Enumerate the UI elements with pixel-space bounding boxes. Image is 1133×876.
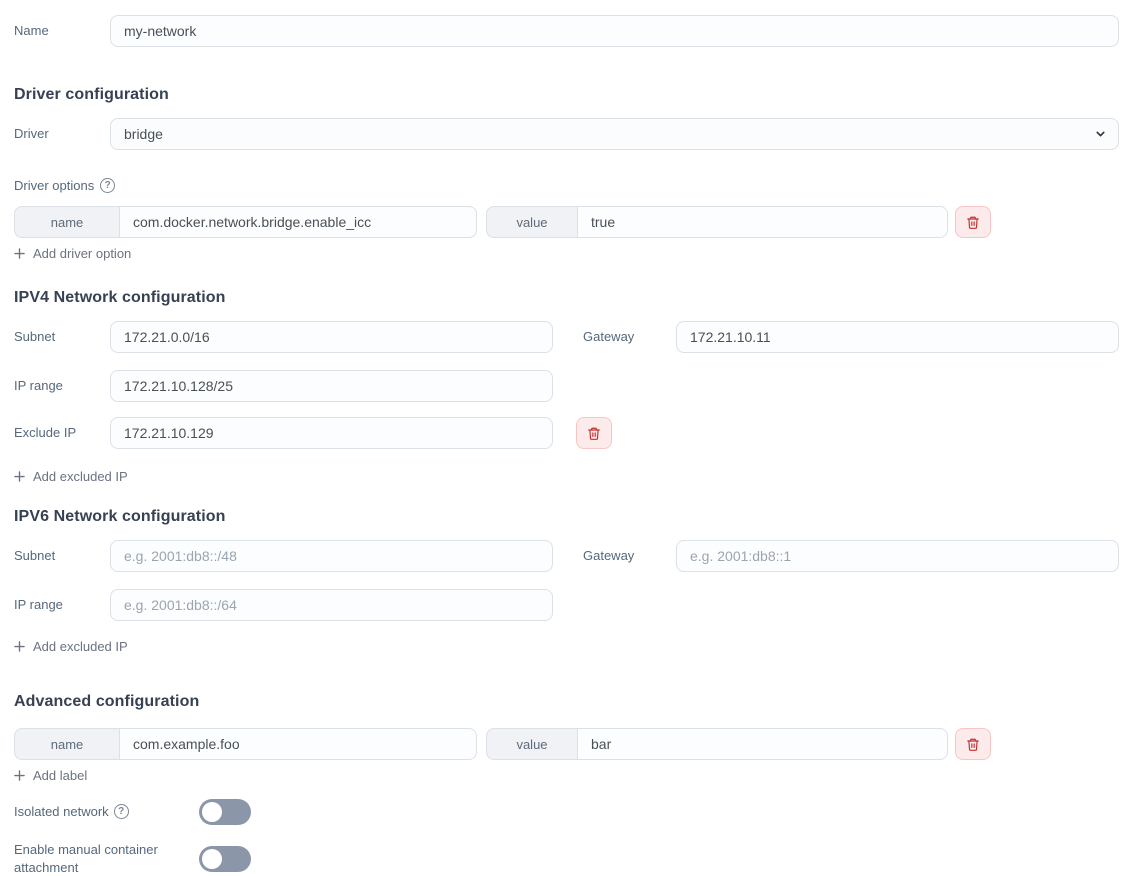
- driver-option-value-group: value: [486, 206, 948, 238]
- driver-select[interactable]: bridge: [110, 118, 1119, 150]
- toggle-knob: [202, 849, 222, 869]
- toggle-knob: [202, 802, 222, 822]
- manual-attachment-row: Enable manual container attachment: [14, 841, 1119, 876]
- ipv4-subnet-label: Subnet: [14, 329, 110, 345]
- ipv6-iprange-input[interactable]: [110, 589, 553, 621]
- ipv4-iprange-label: IP range: [14, 378, 110, 394]
- driver-option-value-addon: value: [486, 206, 577, 238]
- create-network-form: Name Driver configuration Driver bridge …: [0, 0, 1133, 876]
- plus-icon: [14, 641, 25, 652]
- isolated-network-row: Isolated network ?: [14, 799, 1119, 825]
- ipv4-iprange-input[interactable]: [110, 370, 553, 402]
- driver-option-row: name value: [14, 206, 1119, 238]
- driver-row: Driver bridge: [14, 118, 1119, 150]
- ipv4-subnet-input[interactable]: [110, 321, 553, 353]
- remove-excluded-ip-button[interactable]: [576, 417, 612, 449]
- ipv6-add-excluded-ip-button[interactable]: Add excluded IP: [14, 639, 128, 654]
- ipv6-gateway-label: Gateway: [583, 548, 676, 564]
- label-name-input[interactable]: [119, 728, 477, 760]
- ipv6-configuration-heading: IPV6 Network configuration: [14, 508, 1119, 526]
- ipv4-exclude-ip-input[interactable]: [110, 417, 553, 449]
- driver-options-label-row: Driver options ?: [14, 178, 1119, 193]
- label-row: name value: [14, 728, 1119, 760]
- question-mark-icon[interactable]: ?: [100, 178, 115, 193]
- isolated-network-label-wrap: Isolated network ?: [14, 803, 199, 821]
- driver-option-name-group: name: [14, 206, 477, 238]
- ipv4-add-excluded-ip-button[interactable]: Add excluded IP: [14, 469, 128, 484]
- name-input[interactable]: [110, 15, 1119, 47]
- plus-icon: [14, 471, 25, 482]
- ipv4-subnet-row: Subnet Gateway: [14, 321, 1119, 353]
- label-value-addon: value: [486, 728, 577, 760]
- advanced-configuration-heading: Advanced configuration: [14, 693, 1119, 711]
- manual-attachment-toggle[interactable]: [199, 846, 251, 872]
- remove-driver-option-button[interactable]: [955, 206, 991, 238]
- plus-icon: [14, 770, 25, 781]
- driver-option-name-input[interactable]: [119, 206, 477, 238]
- manual-attachment-label: Enable manual container attachment: [14, 841, 199, 876]
- ipv4-configuration-heading: IPV4 Network configuration: [14, 289, 1119, 307]
- ipv4-gateway-label: Gateway: [583, 329, 676, 345]
- isolated-network-toggle[interactable]: [199, 799, 251, 825]
- driver-select-wrap: bridge: [110, 118, 1119, 150]
- trash-icon: [966, 215, 980, 230]
- label-value-input[interactable]: [577, 728, 948, 760]
- driver-option-value-input[interactable]: [577, 206, 948, 238]
- question-mark-icon[interactable]: ?: [114, 804, 129, 819]
- ipv4-iprange-row: IP range: [14, 370, 1119, 402]
- driver-option-name-addon: name: [14, 206, 119, 238]
- add-label-button[interactable]: Add label: [14, 768, 87, 783]
- ipv4-exclude-ip-row: Exclude IP: [14, 417, 1119, 449]
- driver-configuration-heading: Driver configuration: [14, 86, 1119, 104]
- ipv6-subnet-row: Subnet Gateway: [14, 540, 1119, 572]
- add-driver-option-button[interactable]: Add driver option: [14, 246, 131, 261]
- ipv6-gateway-input[interactable]: [676, 540, 1119, 572]
- plus-icon: [14, 248, 25, 259]
- trash-icon: [587, 426, 601, 441]
- ipv6-subnet-label: Subnet: [14, 548, 110, 564]
- ipv6-subnet-input[interactable]: [110, 540, 553, 572]
- ipv4-gateway-input[interactable]: [676, 321, 1119, 353]
- label-value-group: value: [486, 728, 948, 760]
- label-name-addon: name: [14, 728, 119, 760]
- remove-label-button[interactable]: [955, 728, 991, 760]
- isolated-network-label: Isolated network: [14, 803, 109, 821]
- ipv6-iprange-row: IP range: [14, 589, 1119, 621]
- name-row: Name: [14, 15, 1119, 47]
- driver-options-label: Driver options: [14, 178, 94, 193]
- ipv4-exclude-ip-label: Exclude IP: [14, 425, 110, 441]
- trash-icon: [966, 737, 980, 752]
- ipv6-iprange-label: IP range: [14, 597, 110, 613]
- name-label: Name: [14, 23, 110, 39]
- driver-label: Driver: [14, 126, 110, 142]
- label-name-group: name: [14, 728, 477, 760]
